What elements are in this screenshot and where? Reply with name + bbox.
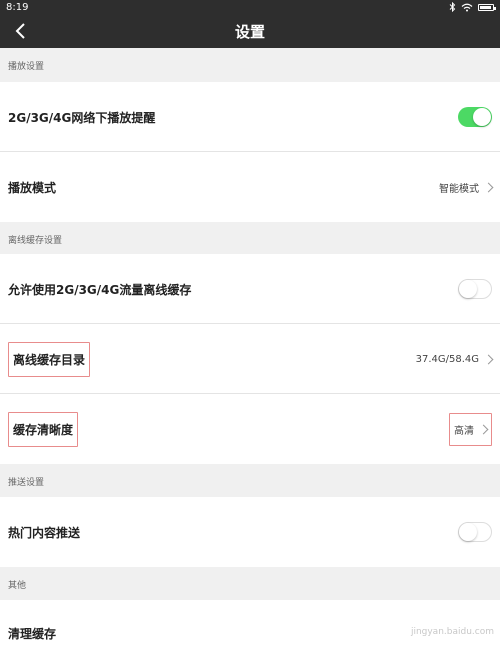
page-title: 设置 — [234, 22, 265, 41]
hot-push-row: 热门内容推送 — [0, 497, 500, 567]
chevron-left-icon — [15, 23, 25, 39]
allow-cellular-cache-row: 允许使用2G/3G/4G流量离线缓存 — [0, 254, 500, 324]
cache-dir-value: 37.4G/58.4G — [415, 353, 479, 365]
network-alert-row: 2G/3G/4G网络下播放提醒 — [0, 82, 500, 152]
clear-cache-label: 清理缓存 — [8, 627, 57, 641]
play-mode-label: 播放模式 — [8, 180, 57, 195]
network-alert-label: 2G/3G/4G网络下播放提醒 — [8, 110, 156, 125]
section-header-push: 推送设置 — [0, 464, 500, 498]
hot-push-label: 热门内容推送 — [8, 525, 81, 540]
hot-push-toggle[interactable] — [458, 522, 492, 542]
section-header-label: 其他 — [8, 580, 27, 591]
section-header-label: 播放设置 — [8, 61, 45, 72]
cache-dir-label: 离线缓存目录 — [8, 341, 91, 377]
allow-cellular-cache-toggle[interactable] — [458, 279, 492, 299]
cache-quality-row[interactable]: 缓存清晰度 高清 — [0, 394, 500, 464]
chevron-right-icon — [483, 182, 494, 192]
section-header-playback: 播放设置 — [0, 48, 500, 82]
section-header-other: 其他 — [0, 567, 500, 601]
cache-quality-label: 缓存清晰度 — [8, 411, 79, 447]
cache-quality-value: 高清 — [454, 425, 474, 437]
allow-cellular-cache-label: 允许使用2G/3G/4G流量离线缓存 — [8, 282, 192, 297]
back-button[interactable] — [10, 20, 32, 42]
battery-icon — [478, 3, 496, 11]
play-mode-row[interactable]: 播放模式 智能模式 — [0, 152, 500, 222]
chevron-right-icon — [483, 354, 494, 364]
section-header-label: 推送设置 — [8, 477, 45, 488]
play-mode-value: 智能模式 — [439, 183, 479, 195]
section-header-offline: 离线缓存设置 — [0, 222, 500, 256]
nav-bar: 设置 — [0, 14, 500, 48]
status-bar: 8:19 — [0, 0, 500, 14]
bluetooth-icon — [449, 2, 456, 12]
cache-dir-row[interactable]: 离线缓存目录 37.4G/58.4G — [0, 324, 500, 394]
chevron-right-icon — [478, 424, 489, 434]
cache-quality-selector[interactable]: 高清 — [449, 412, 492, 446]
section-header-label: 离线缓存设置 — [8, 235, 63, 246]
wifi-icon — [461, 3, 473, 11]
network-alert-toggle[interactable] — [458, 107, 492, 127]
status-icons — [449, 2, 496, 12]
status-time: 8:19 — [6, 1, 29, 13]
watermark: jingyan.baidu.com — [410, 627, 494, 637]
